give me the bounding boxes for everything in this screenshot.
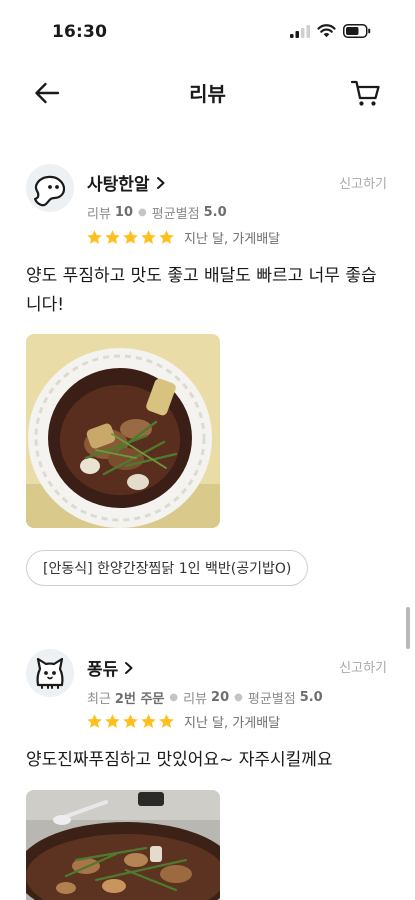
report-button[interactable]: 신고하기 <box>339 173 387 192</box>
food-photo <box>26 790 220 900</box>
review-photo[interactable] <box>26 334 220 528</box>
cart-icon <box>350 80 380 106</box>
meta-separator: ● <box>138 207 147 218</box>
meta-label: 리뷰 <box>87 207 111 222</box>
star-rating <box>86 713 175 730</box>
reviewer-name: 사탕한알 <box>87 175 150 195</box>
cart-button[interactable] <box>349 76 383 110</box>
star-icon <box>105 230 120 244</box>
review-text: 양도진짜푸짐하고 맛있어요~ 자주시킬께요 <box>26 750 333 770</box>
nav-bar: 리뷰 <box>0 66 415 120</box>
chevron-right-icon <box>156 176 165 189</box>
star-icon <box>123 714 138 728</box>
avatar[interactable] <box>26 649 74 697</box>
meta-label: 평균별점 <box>247 692 296 707</box>
reviewer-name-link[interactable]: 사탕한알 <box>87 170 168 195</box>
report-button[interactable]: 신고하기 <box>339 657 387 676</box>
meta-label: 최근 <box>87 692 111 707</box>
star-icon <box>159 230 174 244</box>
review-meta: 리뷰 10 ● 평균별점 5.0 <box>87 203 227 222</box>
meta-value: 5.0 <box>203 205 227 220</box>
rating-row: 지난 달, 가게배달 <box>86 228 280 247</box>
rating-row: 지난 달, 가게배달 <box>86 712 280 731</box>
review-date: 지난 달, 가게배달 <box>184 232 281 247</box>
meta-label: 리뷰 <box>183 692 208 707</box>
meta-value: 20 <box>211 690 230 705</box>
star-icon <box>105 714 120 728</box>
status-icons <box>290 24 371 38</box>
battery-icon <box>343 24 371 38</box>
meta-value: 10 <box>114 205 134 220</box>
meta-label: 평균별점 <box>151 207 200 222</box>
ghost-avatar-icon <box>26 164 74 212</box>
star-rating <box>86 229 175 246</box>
avatar[interactable] <box>26 164 74 212</box>
star-icon <box>87 714 102 728</box>
review-photo[interactable] <box>26 790 220 900</box>
reviewer-name: 퐁듀 <box>87 660 119 680</box>
scrollbar[interactable] <box>406 607 410 649</box>
reviewer-name-link[interactable]: 퐁듀 <box>87 655 136 680</box>
chevron-right-icon <box>125 661 133 674</box>
star-icon <box>123 230 138 244</box>
cat-avatar-icon <box>26 649 74 697</box>
meta-separator: ● <box>234 692 243 703</box>
star-icon <box>141 230 156 244</box>
review-meta: 최근 2번 주문 ● 리뷰 20 ● 평균별점 5.0 <box>87 688 323 707</box>
wifi-icon <box>317 24 336 38</box>
status-time: 16:30 <box>52 22 108 42</box>
star-icon <box>159 714 174 728</box>
status-bar: 16:30 <box>0 0 415 66</box>
meta-separator: ● <box>169 692 179 703</box>
food-photo <box>26 334 220 528</box>
review-date: 지난 달, 가게배달 <box>184 716 281 731</box>
meta-value: 2번 주문 <box>114 692 165 707</box>
star-icon <box>87 230 102 244</box>
signal-icon <box>290 24 310 38</box>
review-text: 양도 푸짐하고 맛도 좋고 배달도 빠르고 너무 좋습니다! <box>26 266 377 315</box>
meta-value: 5.0 <box>299 690 323 705</box>
star-icon <box>141 714 156 728</box>
menu-chip[interactable]: [안동식] 한양간장찜닭 1인 백반(공기밥O) <box>26 550 309 586</box>
